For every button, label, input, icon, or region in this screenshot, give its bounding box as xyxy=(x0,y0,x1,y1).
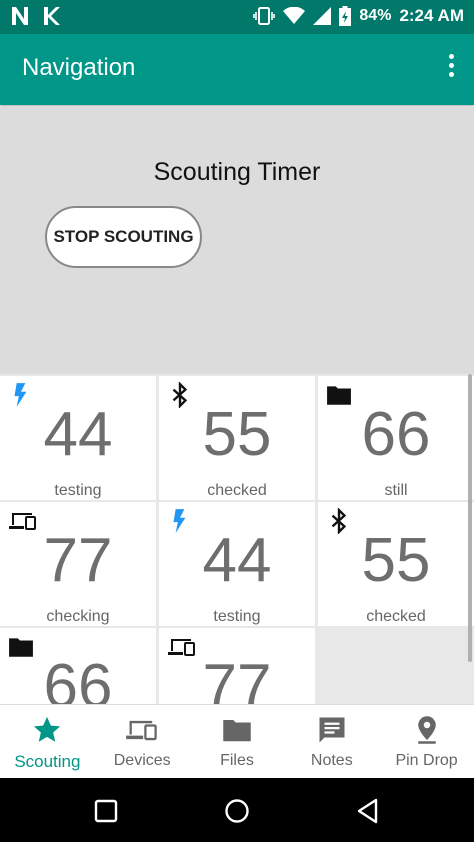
overflow-menu-icon[interactable] xyxy=(444,54,458,84)
tile-value: 55 xyxy=(361,526,431,595)
tile-4[interactable]: 44 testing xyxy=(159,502,315,626)
home-icon[interactable] xyxy=(223,797,251,825)
tile-6[interactable]: 66 xyxy=(0,628,156,704)
scrollbar[interactable] xyxy=(468,374,472,662)
tile-label: checking xyxy=(46,608,110,625)
tile-value: 44 xyxy=(43,400,113,469)
battery-icon xyxy=(339,6,352,26)
nav-item-files[interactable]: Files xyxy=(190,705,285,779)
nav-label: Scouting xyxy=(14,752,81,771)
wifi-icon xyxy=(283,7,306,24)
tile-value: 77 xyxy=(202,652,272,704)
tile-3[interactable]: 77 checking xyxy=(0,502,156,626)
nav-item-devices[interactable]: Devices xyxy=(95,705,190,779)
nav-label: Devices xyxy=(113,752,171,769)
tile-0[interactable]: 44 testing xyxy=(0,376,156,500)
notes-icon xyxy=(319,717,345,743)
nav-item-pin-drop[interactable]: Pin Drop xyxy=(379,705,474,779)
tile-label: checked xyxy=(366,608,426,625)
signal-icon xyxy=(313,7,332,25)
stop-scouting-button[interactable]: STOP SCOUTING xyxy=(45,206,202,268)
tile-value: 44 xyxy=(202,526,272,595)
recents-icon[interactable] xyxy=(92,797,120,825)
tile-7[interactable]: 77 xyxy=(159,628,315,704)
tile-label: still xyxy=(384,482,408,499)
vibrate-icon xyxy=(253,7,276,25)
nav-item-notes[interactable]: Notes xyxy=(284,705,379,779)
battery-percent: 84% xyxy=(359,7,392,24)
bottom-navigation: Scouting Devices Files Notes Pin Drop xyxy=(0,704,474,779)
tile-label: testing xyxy=(54,482,102,499)
nav-item-scouting[interactable]: Scouting xyxy=(0,705,95,779)
n-notification-icon xyxy=(12,7,28,25)
system-navigation-bar xyxy=(0,778,474,842)
scouting-timer-panel: Scouting Timer STOP SCOUTING xyxy=(0,106,474,374)
star-icon xyxy=(34,716,61,742)
tile-1[interactable]: 55 checked xyxy=(159,376,315,500)
tile-value: 66 xyxy=(361,400,431,469)
stats-grid: 44 testing 55 checked 66 still 77 checki… xyxy=(0,374,474,704)
timer-title: Scouting Timer xyxy=(153,158,321,186)
clock: 2:24 AM xyxy=(399,6,464,25)
nav-label: Pin Drop xyxy=(395,752,458,769)
tile-value: 55 xyxy=(202,400,272,469)
folder-icon xyxy=(223,720,251,742)
devices-icon xyxy=(126,720,157,741)
notification-icon xyxy=(44,7,60,25)
page-title: Navigation xyxy=(22,54,136,81)
tile-label: testing xyxy=(213,608,261,625)
tile-value: 66 xyxy=(43,652,113,704)
tile-value: 77 xyxy=(43,526,113,595)
tile-5[interactable]: 55 checked xyxy=(318,502,474,626)
back-icon[interactable] xyxy=(354,797,382,825)
tile-label: checked xyxy=(207,482,267,499)
app-bar: Navigation xyxy=(0,34,474,105)
nav-label: Files xyxy=(220,752,254,769)
tile-2[interactable]: 66 still xyxy=(318,376,474,500)
status-bar: 84% 2:24 AM xyxy=(0,0,474,34)
pin-icon xyxy=(417,716,436,744)
nav-label: Notes xyxy=(310,752,353,769)
